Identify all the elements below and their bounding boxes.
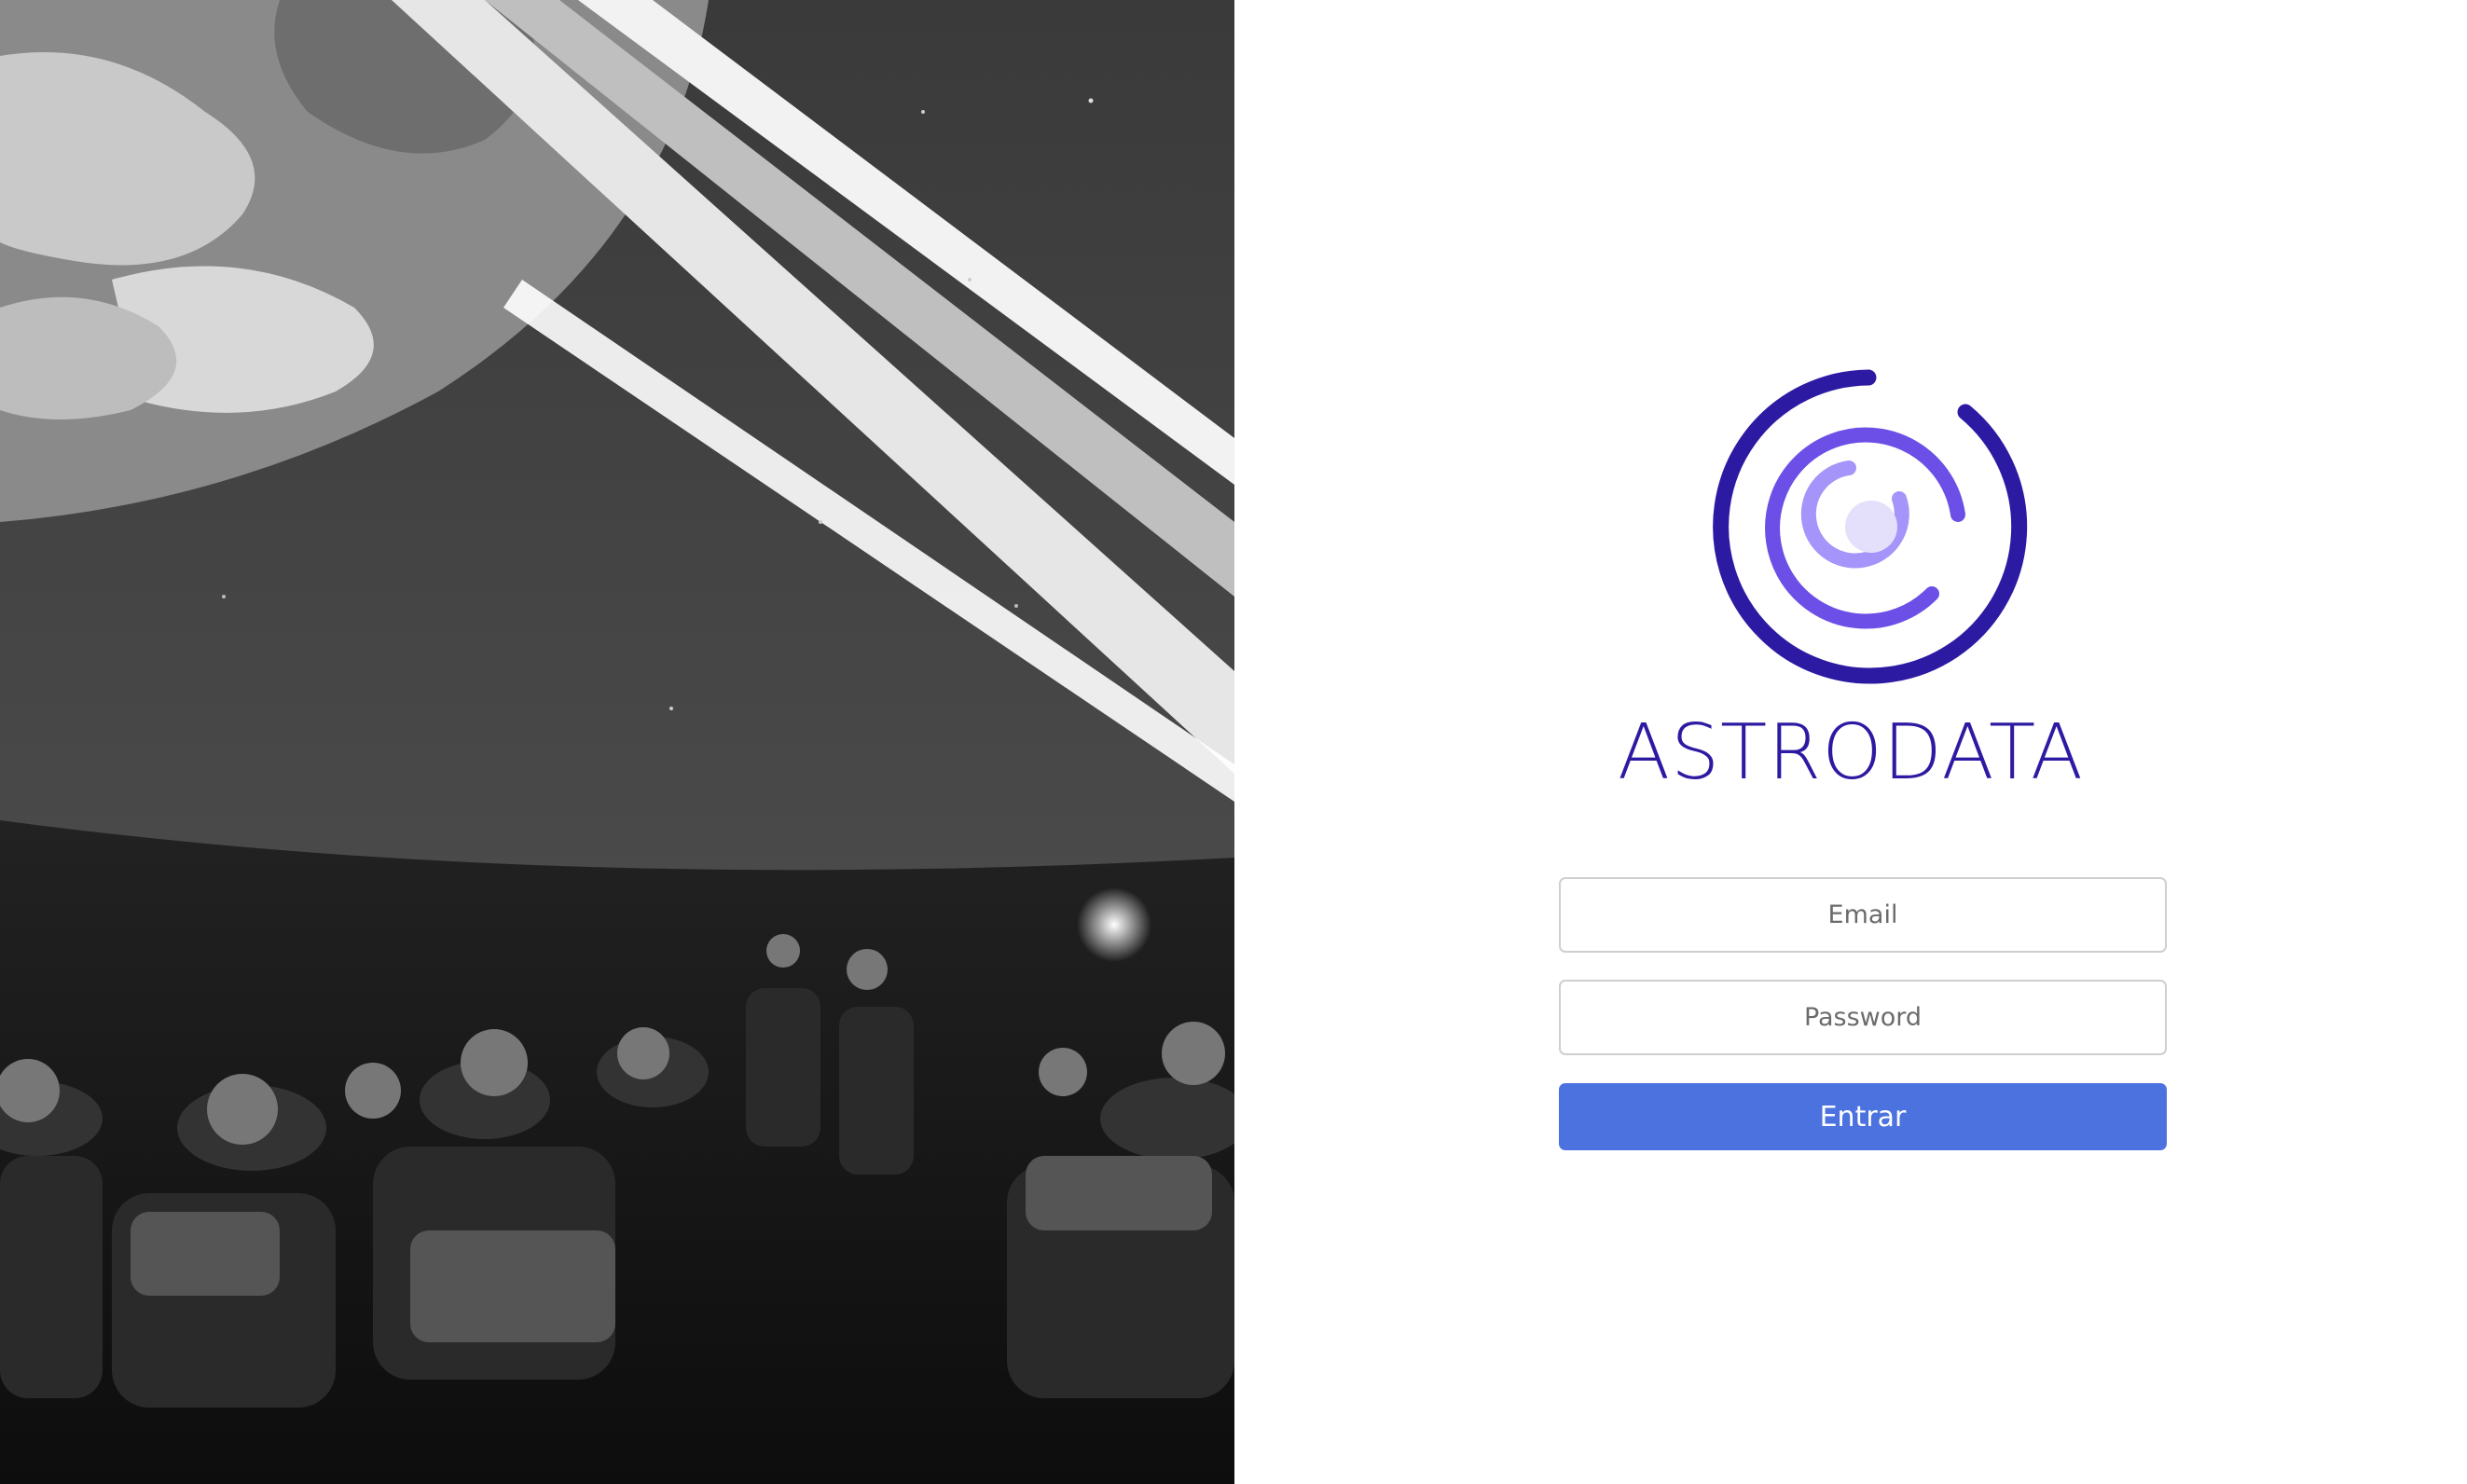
login-panel: ASTRODATA Entrar [1234,0,2467,1484]
email-field[interactable] [1559,877,2167,953]
planetarium-audience-photo [0,0,1234,1484]
brand-name: ASTRODATA [1618,708,2084,797]
astrodata-orbit-logo-icon [1713,369,2028,684]
login-submit-button[interactable]: Entrar [1559,1083,2167,1150]
hero-image [0,0,1234,1484]
password-field[interactable] [1559,980,2167,1055]
login-page: ASTRODATA Entrar [0,0,2467,1484]
login-form: Entrar [1559,877,2167,1150]
